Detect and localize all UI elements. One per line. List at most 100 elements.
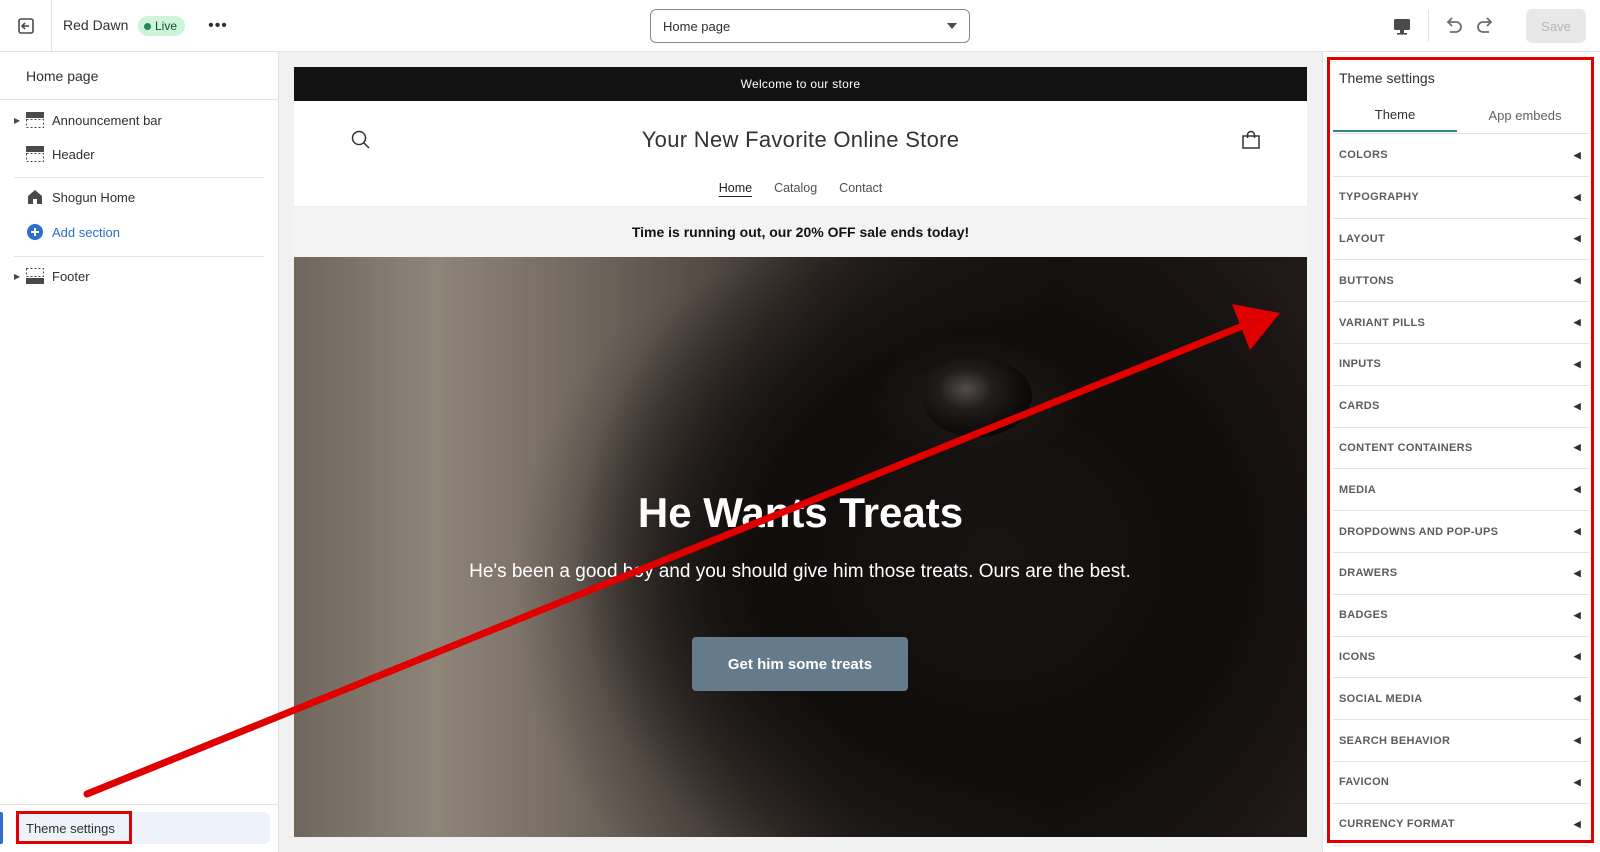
announcement-bar-icon [26, 112, 44, 128]
settings-section-cards[interactable]: CARDS ◀ [1333, 386, 1589, 428]
tab-app-embeds[interactable]: App embeds [1461, 98, 1589, 132]
section-label: CARDS [1339, 400, 1380, 413]
sidebar-item-label: Footer [52, 268, 90, 284]
desktop-icon [1394, 19, 1410, 35]
caret-left-icon: ◀ [1573, 735, 1581, 746]
settings-section-list: COLORS ◀ TYPOGRAPHY ◀ LAYOUT ◀ BUTTONS ◀ VAR… [1333, 135, 1589, 846]
add-section-button[interactable]: Add section [14, 218, 264, 246]
undo-icon [1446, 17, 1462, 33]
store-nav: Home Catalog Contact [294, 181, 1307, 195]
section-label: MEDIA [1339, 483, 1376, 496]
tab-divider [1333, 133, 1589, 134]
nav-link-contact[interactable]: Contact [839, 181, 882, 195]
settings-section-variant-pills[interactable]: VARIANT PILLS ◀ [1333, 302, 1589, 344]
cart-icon[interactable] [1240, 129, 1262, 151]
nav-link-catalog[interactable]: Catalog [774, 181, 817, 195]
caret-left-icon: ◀ [1573, 818, 1581, 829]
settings-section-favicon[interactable]: FAVICON ◀ [1333, 762, 1589, 804]
page-select-value: Home page [663, 18, 731, 34]
hero-overlay [294, 257, 1307, 837]
live-dot-icon [144, 22, 151, 30]
settings-section-content-containers[interactable]: CONTENT CONTAINERS ◀ [1333, 428, 1589, 470]
sidebar-item-footer[interactable]: ▶ Footer [14, 262, 264, 290]
settings-section-badges[interactable]: BADGES ◀ [1333, 595, 1589, 637]
section-label: COLORS [1339, 149, 1388, 162]
caret-left-icon: ◀ [1573, 567, 1581, 578]
settings-section-currency-format[interactable]: CURRENCY FORMAT ◀ [1333, 804, 1589, 846]
settings-section-layout[interactable]: LAYOUT ◀ [1333, 219, 1589, 261]
sidebar-item-shogun-home[interactable]: Shogun Home [14, 183, 264, 211]
sidebar-item-header[interactable]: Header [14, 140, 264, 168]
store-preview: Welcome to our store Your New Favorite O… [294, 67, 1307, 837]
more-actions-button[interactable]: ••• [206, 14, 230, 38]
section-label: DROPDOWNS AND POP-UPS [1339, 525, 1499, 538]
page-select[interactable]: Home page [650, 9, 970, 43]
sidebar-item-label: Shogun Home [52, 189, 136, 205]
sidebar-title: Home page [26, 68, 99, 84]
sidebar-item-announcement-bar[interactable]: ▶ Announcement bar [14, 106, 264, 134]
sidebar-divider [0, 99, 279, 100]
footer-section-icon [26, 268, 44, 284]
caret-left-icon: ◀ [1573, 400, 1581, 411]
caret-left-icon: ◀ [1573, 609, 1581, 620]
settings-section-icons[interactable]: ICONS ◀ [1333, 637, 1589, 679]
settings-section-social-media[interactable]: SOCIAL MEDIA ◀ [1333, 678, 1589, 721]
save-button[interactable]: Save [1526, 9, 1586, 43]
section-label: SOCIAL MEDIA [1339, 692, 1423, 705]
undo-button[interactable] [1441, 14, 1465, 38]
settings-section-dropdowns[interactable]: DROPDOWNS AND POP-UPS ◀ [1333, 511, 1589, 553]
sidebar-item-label: Header [52, 146, 95, 162]
section-label: TYPOGRAPHY [1339, 191, 1420, 204]
announcement-text: Welcome to our store [740, 77, 861, 91]
section-label: DRAWERS [1339, 567, 1398, 580]
redo-icon [1477, 17, 1493, 33]
announcement-bar[interactable]: Welcome to our store [294, 67, 1307, 101]
desktop-preview-button[interactable] [1390, 14, 1414, 38]
store-name: Red Dawn [63, 17, 129, 33]
caret-left-icon: ◀ [1573, 317, 1581, 328]
settings-section-inputs[interactable]: INPUTS ◀ [1333, 344, 1589, 386]
settings-section-buttons[interactable]: BUTTONS ◀ [1333, 260, 1589, 303]
section-label: LAYOUT [1339, 232, 1386, 245]
sidebar-divider [14, 256, 264, 257]
ellipsis-icon: ••• [208, 17, 228, 34]
theme-settings-panel: Theme settings Theme App embeds COLORS ◀ … [1322, 52, 1600, 852]
hero-cta-button[interactable]: Get him some treats [692, 637, 908, 691]
section-label: BUTTONS [1339, 274, 1395, 287]
section-label: BADGES [1339, 609, 1388, 622]
caret-left-icon: ◀ [1573, 651, 1581, 662]
sidebar-divider [0, 804, 279, 805]
toolbar-divider [1428, 10, 1429, 42]
section-label: CONTENT CONTAINERS [1339, 441, 1473, 454]
sale-banner: Time is running out, our 20% OFF sale en… [294, 207, 1307, 257]
caret-left-icon: ◀ [1573, 233, 1581, 244]
exit-editor-button[interactable] [0, 0, 52, 52]
redo-button[interactable] [1474, 14, 1498, 38]
annotation-highlight-box [16, 811, 132, 844]
store-header: Your New Favorite Online Store Home Cata… [294, 101, 1307, 207]
settings-section-typography[interactable]: TYPOGRAPHY ◀ [1333, 177, 1589, 219]
caret-left-icon: ◀ [1573, 776, 1581, 787]
settings-section-media[interactable]: MEDIA ◀ [1333, 469, 1589, 512]
hero-banner[interactable]: He Wants Treats He's been a good boy and… [294, 257, 1307, 837]
hero-text: He's been a good boy and you should give… [469, 561, 1131, 582]
caret-left-icon: ◀ [1573, 358, 1581, 369]
status-badge-label: Live [155, 19, 178, 33]
expand-caret-icon[interactable]: ▶ [14, 116, 26, 125]
section-label: ICONS [1339, 650, 1376, 663]
section-label: SEARCH BEHAVIOR [1339, 734, 1451, 747]
settings-section-search-behavior[interactable]: SEARCH BEHAVIOR ◀ [1333, 720, 1589, 762]
tab-theme[interactable]: Theme [1333, 98, 1457, 132]
hero-heading: He Wants Treats [637, 489, 964, 536]
panel-title: Theme settings [1339, 70, 1435, 86]
add-section-label: Add section [52, 224, 120, 240]
plus-circle-icon [26, 224, 44, 240]
settings-section-drawers[interactable]: DRAWERS ◀ [1333, 553, 1589, 595]
caret-down-icon [947, 23, 957, 29]
expand-caret-icon[interactable]: ▶ [14, 272, 26, 281]
store-title[interactable]: Your New Favorite Online Store [294, 127, 1307, 153]
section-label: INPUTS [1339, 358, 1382, 371]
caret-left-icon: ◀ [1573, 191, 1581, 202]
nav-link-home[interactable]: Home [719, 181, 752, 195]
settings-section-colors[interactable]: COLORS ◀ [1333, 135, 1589, 177]
